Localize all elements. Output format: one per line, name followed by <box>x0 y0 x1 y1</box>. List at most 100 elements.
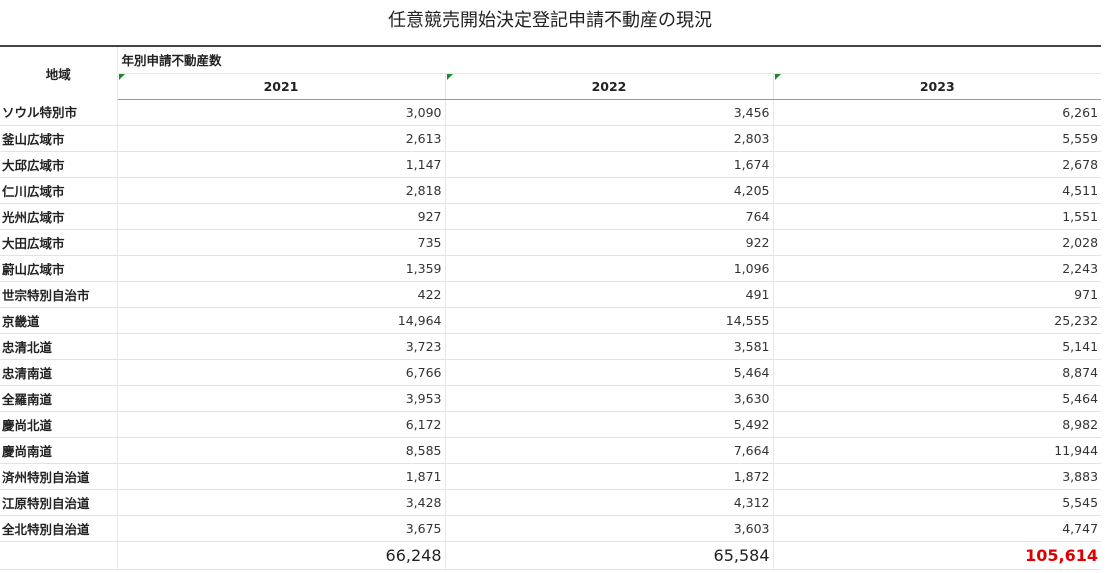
table-row: 大田広域市 735 922 2,028 <box>0 229 1102 256</box>
region-column-header[interactable]: 地域 <box>0 45 118 99</box>
value-cell-2022[interactable]: 1,096 <box>444 255 773 282</box>
value-cell-2023[interactable]: 5,464 <box>772 385 1102 412</box>
table-header: 地域 年別申請不動産数 2021 2022 2023 <box>0 45 1102 100</box>
total-cell-2022[interactable]: 65,584 <box>444 541 773 570</box>
region-cell[interactable]: 仁川広域市 <box>0 177 118 204</box>
value-cell-2022[interactable]: 1,674 <box>444 151 773 178</box>
region-cell[interactable]: 京畿道 <box>0 307 118 334</box>
table-row: 忠清南道 6,766 5,464 8,874 <box>0 359 1102 386</box>
value-cell-2023[interactable]: 3,883 <box>772 463 1102 490</box>
value-cell-2022[interactable]: 3,603 <box>444 515 773 542</box>
year-column-label: 2022 <box>591 78 627 94</box>
year-column-header-2021[interactable]: 2021 <box>116 72 445 100</box>
region-cell[interactable]: 慶尚南道 <box>0 437 118 464</box>
value-cell-2023[interactable]: 25,232 <box>772 307 1102 334</box>
value-cell-2023[interactable]: 1,551 <box>772 203 1102 230</box>
value-cell-2022[interactable]: 764 <box>444 203 773 230</box>
region-cell[interactable]: 大邱広域市 <box>0 151 118 178</box>
year-column-header-2022[interactable]: 2022 <box>444 72 773 100</box>
value-cell-2023[interactable]: 2,243 <box>772 255 1102 282</box>
cell-comment-marker <box>446 74 453 80</box>
total-row: 66,248 65,584 105,614 <box>0 541 1102 570</box>
value-cell-2021[interactable]: 422 <box>116 281 445 308</box>
value-cell-2022[interactable]: 2,803 <box>444 125 773 152</box>
table-body: ソウル特別市 3,090 3,456 6,261 釜山広域市 2,613 2,803 5,55… <box>0 99 1102 542</box>
value-cell-2021[interactable]: 8,585 <box>116 437 445 464</box>
value-cell-2022[interactable]: 5,492 <box>444 411 773 438</box>
value-cell-2021[interactable]: 3,723 <box>116 333 445 360</box>
value-cell-2023[interactable]: 971 <box>772 281 1102 308</box>
value-cell-2021[interactable]: 2,613 <box>116 125 445 152</box>
value-cell-2023[interactable]: 5,141 <box>772 333 1102 360</box>
year-column-label: 2023 <box>919 78 955 94</box>
value-cell-2023[interactable]: 8,874 <box>772 359 1102 386</box>
table-row: 全北特別自治道 3,675 3,603 4,747 <box>0 515 1102 542</box>
region-cell[interactable]: 忠清南道 <box>0 359 118 386</box>
value-cell-2023[interactable]: 8,982 <box>772 411 1102 438</box>
region-cell[interactable]: 全北特別自治道 <box>0 515 118 542</box>
table-row: 大邱広域市 1,147 1,674 2,678 <box>0 151 1102 178</box>
cell-comment-marker <box>118 74 125 80</box>
region-cell[interactable]: 全羅南道 <box>0 385 118 412</box>
value-cell-2021[interactable]: 1,871 <box>116 463 445 490</box>
region-cell[interactable]: 蔚山広域市 <box>0 255 118 282</box>
value-cell-2022[interactable]: 5,464 <box>444 359 773 386</box>
region-cell[interactable]: ソウル特別市 <box>0 99 118 126</box>
value-cell-2023[interactable]: 11,944 <box>772 437 1102 464</box>
value-cell-2023[interactable]: 5,545 <box>772 489 1102 516</box>
value-cell-2021[interactable]: 3,090 <box>116 99 445 126</box>
table-row: 蔚山広域市 1,359 1,096 2,243 <box>0 255 1102 282</box>
value-cell-2021[interactable]: 2,818 <box>116 177 445 204</box>
value-cell-2021[interactable]: 735 <box>116 229 445 256</box>
value-cell-2021[interactable]: 1,147 <box>116 151 445 178</box>
total-cell-2023[interactable]: 105,614 <box>772 541 1102 570</box>
value-cell-2021[interactable]: 6,766 <box>116 359 445 386</box>
value-cell-2021[interactable]: 3,953 <box>116 385 445 412</box>
region-cell[interactable]: 大田広域市 <box>0 229 118 256</box>
region-cell[interactable]: 忠清北道 <box>0 333 118 360</box>
value-cell-2021[interactable]: 6,172 <box>116 411 445 438</box>
value-cell-2023[interactable]: 4,747 <box>772 515 1102 542</box>
value-cell-2023[interactable]: 2,678 <box>772 151 1102 178</box>
total-cell-2021[interactable]: 66,248 <box>116 541 445 570</box>
table-row: 光州広域市 927 764 1,551 <box>0 203 1102 230</box>
value-cell-2022[interactable]: 3,581 <box>444 333 773 360</box>
value-cell-2022[interactable]: 4,312 <box>444 489 773 516</box>
total-label-cell <box>0 541 118 570</box>
value-cell-2022[interactable]: 491 <box>444 281 773 308</box>
value-cell-2022[interactable]: 4,205 <box>444 177 773 204</box>
value-cell-2023[interactable]: 5,559 <box>772 125 1102 152</box>
value-cell-2021[interactable]: 1,359 <box>116 255 445 282</box>
region-cell[interactable]: 済州特別自治道 <box>0 463 118 490</box>
region-cell[interactable]: 世宗特別自治市 <box>0 281 118 308</box>
value-cell-2022[interactable]: 3,630 <box>444 385 773 412</box>
value-cell-2022[interactable]: 3,456 <box>444 99 773 126</box>
page-title: 任意競売開始決定登記申請不動産の現況 <box>388 10 712 31</box>
value-cell-2021[interactable]: 3,675 <box>116 515 445 542</box>
region-cell[interactable]: 釜山広域市 <box>0 125 118 152</box>
table-row: 全羅南道 3,953 3,630 5,464 <box>0 385 1102 412</box>
table-row: 江原特別自治道 3,428 4,312 5,545 <box>0 489 1102 516</box>
region-cell[interactable]: 江原特別自治道 <box>0 489 118 516</box>
table-row: ソウル特別市 3,090 3,456 6,261 <box>0 99 1102 126</box>
value-cell-2022[interactable]: 1,872 <box>444 463 773 490</box>
table-row: 忠清北道 3,723 3,581 5,141 <box>0 333 1102 360</box>
value-cell-2022[interactable]: 14,555 <box>444 307 773 334</box>
cell-comment-marker <box>774 74 781 80</box>
year-column-header-2023[interactable]: 2023 <box>772 72 1102 100</box>
table-row: 釜山広域市 2,613 2,803 5,559 <box>0 125 1102 152</box>
value-cell-2021[interactable]: 14,964 <box>116 307 445 334</box>
table-row: 済州特別自治道 1,871 1,872 3,883 <box>0 463 1102 490</box>
value-cell-2021[interactable]: 3,428 <box>116 489 445 516</box>
value-cell-2023[interactable]: 6,261 <box>772 99 1102 126</box>
value-cell-2021[interactable]: 927 <box>116 203 445 230</box>
table-row: 仁川広域市 2,818 4,205 4,511 <box>0 177 1102 204</box>
region-cell[interactable]: 慶尚北道 <box>0 411 118 438</box>
value-cell-2023[interactable]: 2,028 <box>772 229 1102 256</box>
region-cell[interactable]: 光州広域市 <box>0 203 118 230</box>
value-cell-2022[interactable]: 7,664 <box>444 437 773 464</box>
value-cell-2022[interactable]: 922 <box>444 229 773 256</box>
table-row: 世宗特別自治市 422 491 971 <box>0 281 1102 308</box>
table-row: 慶尚南道 8,585 7,664 11,944 <box>0 437 1102 464</box>
value-cell-2023[interactable]: 4,511 <box>772 177 1102 204</box>
